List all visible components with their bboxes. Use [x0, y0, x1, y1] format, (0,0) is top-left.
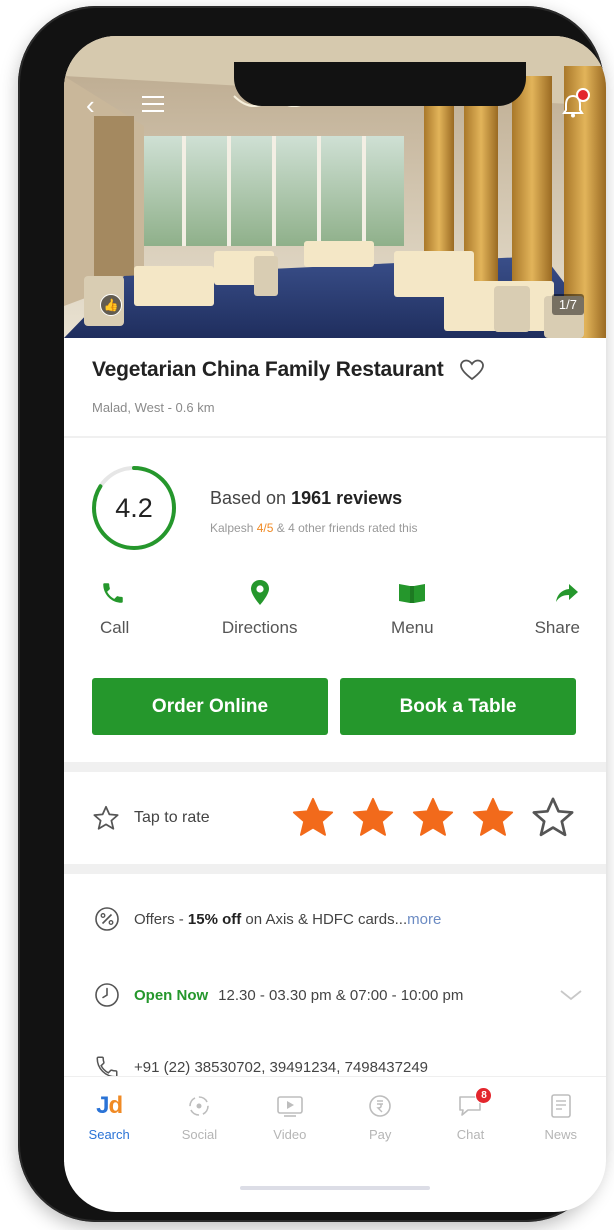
hours-text: Open Now 12.30 - 03.30 pm & 07:00 - 10:00…: [134, 987, 463, 1004]
notification-bell-icon[interactable]: [562, 88, 590, 118]
call-label: Call: [100, 618, 130, 637]
location-distance: Malad, West - 0.6 km: [92, 400, 215, 415]
tab-news-label: News: [544, 1127, 578, 1142]
offers-prefix: Offers -: [134, 910, 184, 928]
menu-label: Menu: [391, 618, 434, 637]
section-divider: [64, 436, 606, 438]
tab-search[interactable]: Jd Search: [69, 1091, 149, 1162]
call-action[interactable]: Call: [92, 578, 162, 638]
hamburger-lines: [142, 96, 164, 112]
thumbs-up-icon[interactable]: 👍: [100, 294, 122, 316]
star-filled-icon[interactable]: [470, 796, 516, 840]
news-icon: [550, 1094, 571, 1118]
cta-row: Order Online Book a Table: [92, 678, 576, 735]
video-icon: [277, 1096, 303, 1117]
opening-times: 12.30 - 03.30 pm & 07:00 - 10:00 pm: [218, 986, 464, 1004]
hamburger-menu-icon[interactable]: [142, 96, 164, 112]
share-label: Share: [534, 618, 580, 637]
phone-notch: [234, 62, 526, 106]
offers-rest: on Axis & HDFC cards...: [245, 910, 408, 928]
friend-score: 4/5: [256, 521, 274, 535]
friend-name: Kalpesh: [210, 521, 254, 535]
offers-row[interactable]: Offers - 15% off on Axis & HDFC cards...…: [94, 906, 584, 932]
book-icon: [399, 584, 426, 603]
directions-action[interactable]: Directions: [205, 578, 315, 638]
home-indicator[interactable]: [240, 1186, 430, 1190]
star-filled-icon[interactable]: [350, 796, 396, 840]
back-arrow-icon[interactable]: ‹: [86, 92, 95, 118]
bottom-tab-bar: Jd Search Social Video Pay 8 Chat News: [64, 1076, 606, 1162]
directions-label: Directions: [221, 618, 298, 637]
star-filled-icon[interactable]: [290, 796, 336, 840]
star-filled-icon[interactable]: [410, 796, 456, 840]
tab-video[interactable]: Video: [250, 1091, 330, 1162]
star-outline-icon: [93, 805, 119, 830]
reviews-summary[interactable]: Based on 1961 reviews: [210, 488, 402, 509]
tab-social[interactable]: Social: [159, 1091, 239, 1162]
offers-text: Offers - 15% off on Axis & HDFC cards...…: [134, 911, 441, 928]
reviews-prefix: Based on: [210, 488, 287, 508]
tab-pay[interactable]: Pay: [340, 1091, 420, 1162]
notification-badge: [576, 88, 590, 102]
jd-logo-d: d: [108, 1092, 124, 1119]
rating-value: 4.2: [115, 492, 153, 523]
app-screen: ‹ 👍 1/7 Vegetarian China Family Restaura…: [64, 36, 606, 1212]
section-divider: [64, 864, 606, 874]
offers-more-link[interactable]: more: [407, 911, 441, 928]
tap-to-rate-row: Tap to rate: [92, 796, 576, 840]
restaurant-name: Vegetarian China Family Restaurant: [92, 358, 444, 381]
reviews-count: 1961 reviews: [291, 488, 403, 508]
title-row: Vegetarian China Family Restaurant: [92, 358, 582, 382]
menu-action[interactable]: Menu: [357, 578, 467, 638]
hours-row[interactable]: Open Now 12.30 - 03.30 pm & 07:00 - 10:00…: [94, 982, 584, 1008]
chevron-down-icon[interactable]: [558, 987, 584, 1003]
phone-icon: [103, 583, 123, 603]
star-empty-icon[interactable]: [530, 796, 576, 840]
tab-search-label: Search: [88, 1127, 130, 1142]
share-action[interactable]: Share: [510, 578, 580, 638]
tab-pay-label: Pay: [368, 1127, 392, 1142]
tab-social-label: Social: [181, 1127, 218, 1142]
tap-to-rate-label: Tap to rate: [134, 809, 210, 826]
jd-logo-icon: Jd: [96, 1091, 124, 1121]
friends-rest: & 4 other friends rated this: [276, 521, 418, 535]
open-now-status: Open Now: [134, 986, 209, 1004]
section-divider: [64, 762, 606, 772]
phone-frame: ‹ 👍 1/7 Vegetarian China Family Restaura…: [18, 6, 606, 1222]
tab-video-label: Video: [273, 1127, 307, 1142]
tab-chat-label: Chat: [456, 1127, 485, 1142]
phone-numbers: +91 (22) 38530702, 39491234, 7498437249: [134, 1058, 429, 1076]
discount-badge-icon: [95, 907, 119, 931]
clock-icon: [95, 983, 119, 1007]
tab-news[interactable]: News: [521, 1091, 601, 1162]
social-icon: [189, 1096, 210, 1116]
photo-counter: 1/7: [551, 294, 584, 315]
rating-stars: [290, 796, 576, 840]
favorite-heart-icon[interactable]: [459, 358, 485, 382]
jd-logo-j: J: [96, 1092, 109, 1119]
order-online-button[interactable]: Order Online: [92, 678, 328, 735]
quick-actions: Call Directions Menu Share: [92, 578, 580, 638]
tab-chat[interactable]: 8 Chat: [430, 1087, 510, 1162]
chat-badge: 8: [475, 1087, 493, 1104]
book-table-button[interactable]: Book a Table: [340, 678, 576, 735]
pay-icon: [369, 1095, 391, 1117]
map-pin-icon: [250, 580, 269, 605]
friends-rated-line: Kalpesh 4/5 & 4 other friends rated this: [210, 521, 418, 535]
offers-highlight: 15% off: [187, 910, 242, 928]
share-arrow-icon: [555, 584, 578, 602]
